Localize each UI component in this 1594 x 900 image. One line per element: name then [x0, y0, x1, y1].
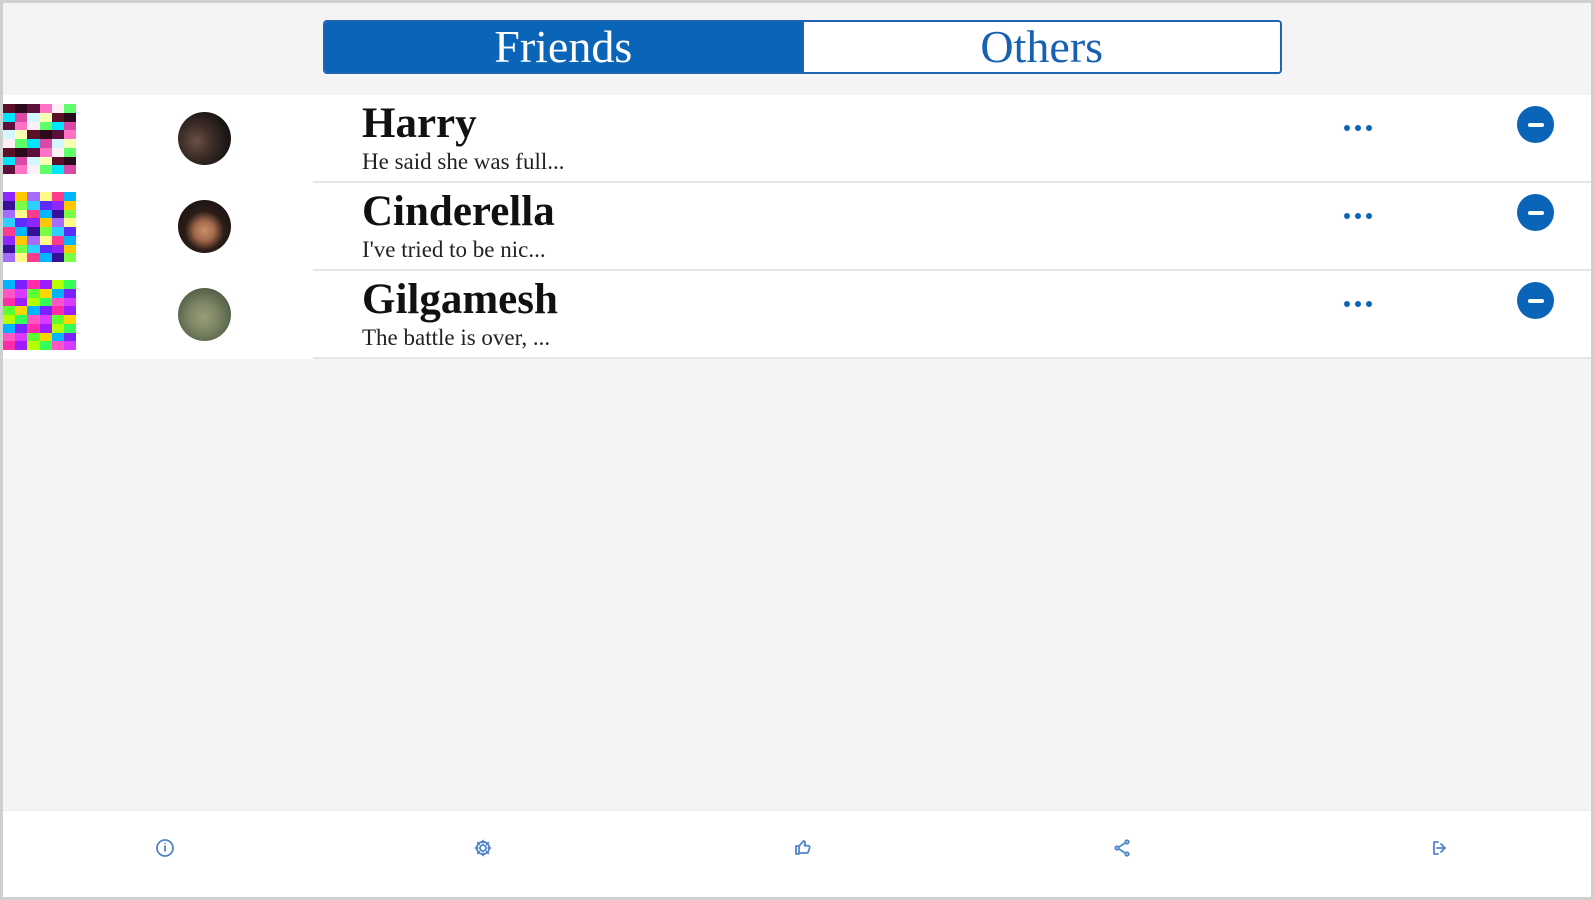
message-preview: He said she was full... [362, 149, 565, 174]
tab-friends[interactable]: Friends [325, 22, 802, 72]
message-preview: The battle is over, ... [362, 325, 551, 350]
tab-others[interactable]: Others [801, 22, 1280, 72]
contact-row[interactable]: Harry He said she was full... [3, 95, 1591, 183]
avatar [178, 200, 231, 253]
pixel-thumbnail [3, 104, 76, 174]
thumbs-up-icon[interactable] [789, 834, 817, 862]
more-dots-icon [1344, 125, 1372, 131]
contact-name: Cinderella [362, 188, 555, 235]
avatar [178, 112, 231, 165]
share-icon[interactable] [1108, 834, 1136, 862]
contact-row[interactable]: Gilgamesh The battle is over, ... [3, 271, 1591, 359]
more-dots-icon [1344, 213, 1372, 219]
avatar [178, 288, 231, 341]
remove-contact-button[interactable] [1517, 106, 1554, 143]
contact-list: Harry He said she was full... Cinderella… [3, 95, 1591, 359]
app-window: Friends Others Harry He said she was ful… [0, 0, 1594, 900]
bottom-nav-bar [3, 810, 1591, 897]
contact-row[interactable]: Cinderella I've tried to be nic... [3, 183, 1591, 271]
info-icon[interactable] [151, 834, 179, 862]
more-dots-icon [1344, 301, 1372, 307]
more-options-button[interactable] [1341, 115, 1375, 141]
more-options-button[interactable] [1341, 203, 1375, 229]
message-preview: I've tried to be nic... [362, 237, 546, 262]
logout-icon[interactable] [1426, 834, 1454, 862]
pixel-thumbnail [3, 192, 76, 262]
gear-icon[interactable] [469, 834, 497, 862]
remove-contact-button[interactable] [1517, 194, 1554, 231]
remove-contact-button[interactable] [1517, 282, 1554, 319]
tab-switcher: Friends Others [323, 20, 1282, 74]
pixel-thumbnail [3, 280, 76, 350]
contact-name: Gilgamesh [362, 276, 558, 323]
more-options-button[interactable] [1341, 291, 1375, 317]
contact-name: Harry [362, 100, 477, 147]
